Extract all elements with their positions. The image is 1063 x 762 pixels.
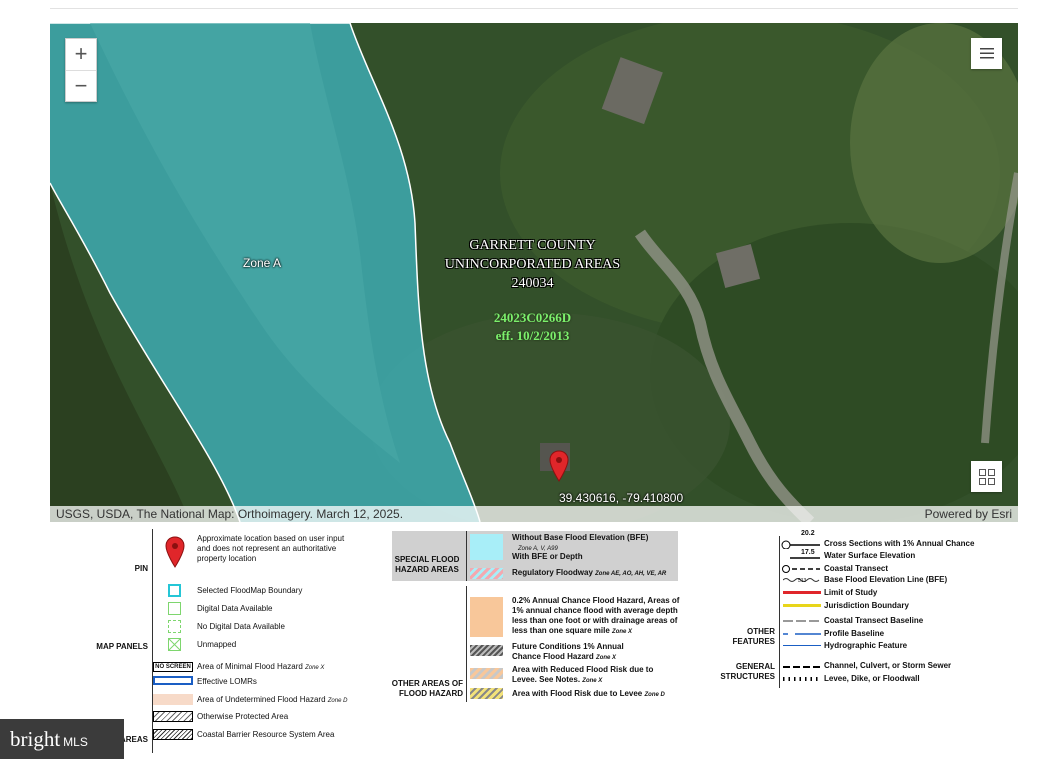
future-swatch [470,645,503,656]
pin-category: PIN [134,564,148,573]
sfha-category: SPECIAL FLOOD HAZARD AREAS [394,555,460,574]
pin-legend-icon [165,536,185,568]
flood-legend: PIN Approximate location based on user i… [0,524,1063,759]
with-bfe-label: With BFE or Depth [512,552,583,561]
grid-icon [978,468,995,485]
jurisdiction-symbol [783,604,821,607]
protected-area-swatch [153,711,193,722]
map-panels-category: MAP PANELS [96,642,148,651]
panel-item-selected: Selected FloodMap Boundary [197,586,303,595]
brand-suffix: MLS [63,735,88,749]
panel-item-no-digital: No Digital Data Available [197,622,285,631]
other-flood-category: OTHER AREAS OF FLOOD HAZARD [391,679,463,698]
wse-number: 17.5 [801,549,815,556]
future-label: Future Conditions 1% Annual Chance Flood… [512,642,624,661]
cbrs-label: Coastal Barrier Resource System Area [197,730,335,739]
top-divider [50,8,1018,9]
profile-baseline-label: Profile Baseline [824,629,885,638]
mls-watermark: bright MLS [0,719,124,759]
brand-text: bright [10,727,61,751]
panel-item-unmapped: Unmapped [197,640,237,649]
bfe-line-label: Base Flood Elevation Line (BFE) [824,575,948,584]
coordinates-readout: 39.430616, -79.410800 [559,491,684,505]
panel-label: 24023C0266D eff. 10/2/2013 [493,310,572,343]
features-divider [779,536,780,688]
reduced-risk-label: Area with Reduced Flood Risk due to Leve… [512,665,654,684]
zoom-control: + − [65,38,97,102]
zone-label: Zone A [243,256,282,270]
lomr-swatch [153,676,193,685]
limit-study-label: Limit of Study [824,588,878,597]
cross-sections-label: Cross Sections with 1% Annual Chance [824,539,975,548]
no-screen-swatch: NO SCREEN [153,662,193,672]
coastal-transect-label: Coastal Transect [824,564,889,573]
without-bfe-swatch [470,534,503,560]
map-attribution: USGS, USDA, The National Map: Orthoimage… [50,506,1018,522]
zoom-out-button[interactable]: − [66,71,96,103]
panel-item-digital: Digital Data Available [197,604,273,613]
levee-risk-label: Area with Flood Risk due to Levee Zone D [512,689,665,698]
general-structures-category: GENERAL STRUCTURES [720,662,775,681]
profile-baseline-symbol [783,633,821,635]
floodway-swatch [470,568,503,579]
sfha-divider [466,531,467,581]
county-label: GARRETT COUNTY UNINCORPORATED AREAS 2400… [444,238,621,291]
other-flood-divider [466,586,467,702]
zoom-in-button[interactable]: + [66,39,96,71]
levee-risk-swatch [470,688,503,699]
wse-label: Water Surface Elevation [824,551,916,560]
undetermined-label: Area of Undetermined Flood Hazard Zone D [197,695,348,704]
levee-symbol [783,677,821,681]
location-pin-icon[interactable] [549,450,569,482]
coastal-transect-symbol [782,565,820,573]
layer-list-button[interactable] [971,38,1002,69]
cbrs-swatch [153,729,193,740]
coastal-baseline-label: Coastal Transect Baseline [824,616,924,625]
channel-symbol [783,666,821,668]
undetermined-swatch [153,694,193,705]
minimal-hazard-label: Area of Minimal Flood Hazard Zone X [197,662,325,671]
hydrographic-symbol [783,645,821,646]
channel-label: Channel, Culvert, or Storm Sewer [824,661,952,670]
attribution-text: USGS, USDA, The National Map: Orthoimage… [56,507,404,521]
selected-boundary-swatch [168,584,181,597]
chance-02-swatch [470,597,503,637]
floodway-label: Regulatory Floodway Zone AE, AO, AH, VE,… [512,568,667,577]
other-features-category: OTHER FEATURES [732,627,775,646]
hydrographic-label: Hydrographic Feature [824,641,908,650]
lomr-label: Effective LOMRs [197,677,257,686]
reduced-risk-swatch [470,668,503,679]
flood-map[interactable]: + − Zone A GARRETT COUNTY UNINCORPORATED… [50,23,1018,522]
basemap-gallery-button[interactable] [971,461,1002,492]
list-icon [979,48,994,59]
bfe-number: 513 [798,578,807,584]
coastal-baseline-symbol [783,620,821,622]
levee-label: Levee, Dike, or Floodwall [824,674,920,683]
without-bfe-label: Without Base Flood Elevation (BFE) [512,533,649,542]
powered-by-text[interactable]: Powered by Esri [925,506,1012,522]
cross-section-number: 20.2 [801,530,815,537]
unmapped-swatch [168,638,181,651]
pin-description: Approximate location based on user input… [197,534,345,563]
protected-area-label: Otherwise Protected Area [197,712,289,721]
chance-02-label: 0.2% Annual Chance Flood Hazard, Areas o… [512,596,680,635]
limit-study-symbol [783,591,821,594]
digital-data-swatch [168,602,181,615]
no-digital-data-swatch [168,620,181,633]
jurisdiction-label: Jurisdiction Boundary [824,601,909,610]
